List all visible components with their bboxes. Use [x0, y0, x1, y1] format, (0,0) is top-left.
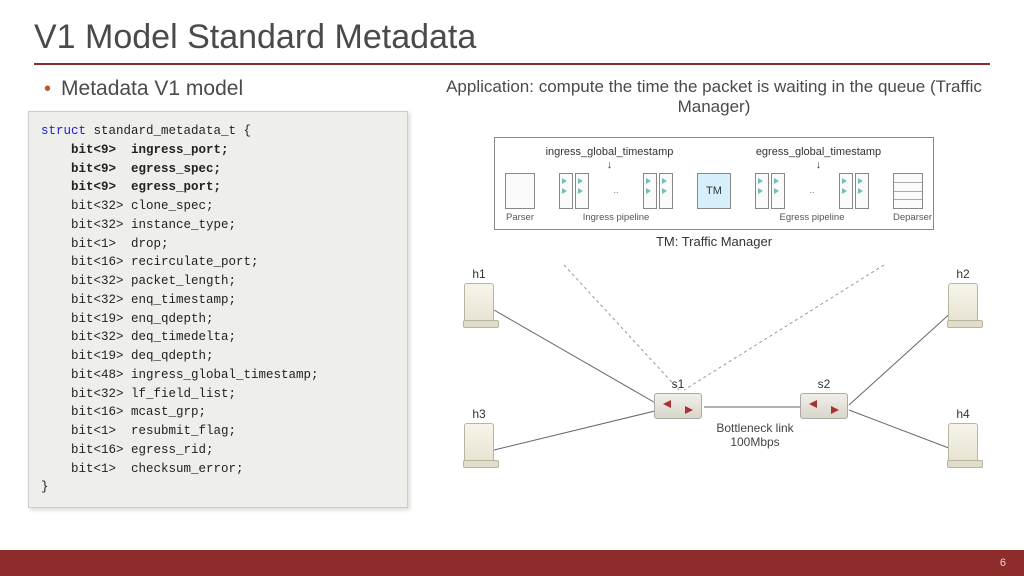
down-arrow-icon: ↓ [530, 160, 690, 171]
switch-icon [800, 393, 848, 419]
bullet-item: • Metadata V1 model [44, 77, 408, 101]
page-number: 6 [1000, 557, 1006, 569]
label-egress: Egress pipeline [763, 212, 861, 223]
ellipsis-icon: .. [809, 185, 814, 195]
switch-s2: s2 [800, 393, 848, 419]
application-description: Application: compute the time the packet… [432, 77, 996, 127]
code-struct-block: struct standard_metadata_t { bit<9> ingr… [28, 111, 408, 508]
switch-icon [654, 393, 702, 419]
label-deparser: Deparser [893, 212, 923, 223]
host-h3: h3 [464, 423, 494, 463]
bullet-dot-icon: • [44, 79, 51, 99]
ingress-timestamp-label: ingress_global_timestamp [530, 146, 690, 158]
slide-title: V1 Model Standard Metadata [0, 0, 1024, 63]
host-h2: h2 [948, 283, 978, 323]
bullet-text: Metadata V1 model [61, 77, 243, 101]
server-icon [948, 423, 978, 463]
egress-timestamp-label: egress_global_timestamp [739, 146, 899, 158]
slide-footer: 6 [0, 550, 1024, 576]
tm-caption: TM: Traffic Manager [432, 234, 996, 249]
stage-parser [505, 173, 535, 209]
server-icon [464, 283, 494, 323]
down-arrow-icon: ↓ [739, 160, 899, 171]
ellipsis-icon: .. [613, 185, 618, 195]
host-h1: h1 [464, 283, 494, 323]
pipeline-diagram: ingress_global_timestamp egress_global_t… [494, 137, 934, 230]
host-h4: h4 [948, 423, 978, 463]
stage-egress-pipeline [755, 173, 785, 209]
stage-traffic-manager: TM [697, 173, 731, 209]
server-icon [464, 423, 494, 463]
stage-egress-pipeline-cont [839, 173, 869, 209]
label-ingress: Ingress pipeline [567, 212, 665, 223]
server-icon [948, 283, 978, 323]
stage-ingress-pipeline [559, 173, 589, 209]
network-topology: h1 h2 h3 h4 s1 s2 Bottleneck link 100Mbp… [432, 255, 996, 485]
label-parser: Parser [505, 212, 535, 223]
stage-deparser [893, 173, 923, 209]
stage-ingress-pipeline-cont [643, 173, 673, 209]
switch-s1: s1 [654, 393, 702, 419]
bottleneck-label: Bottleneck link 100Mbps [710, 421, 800, 449]
topology-links [432, 255, 996, 485]
